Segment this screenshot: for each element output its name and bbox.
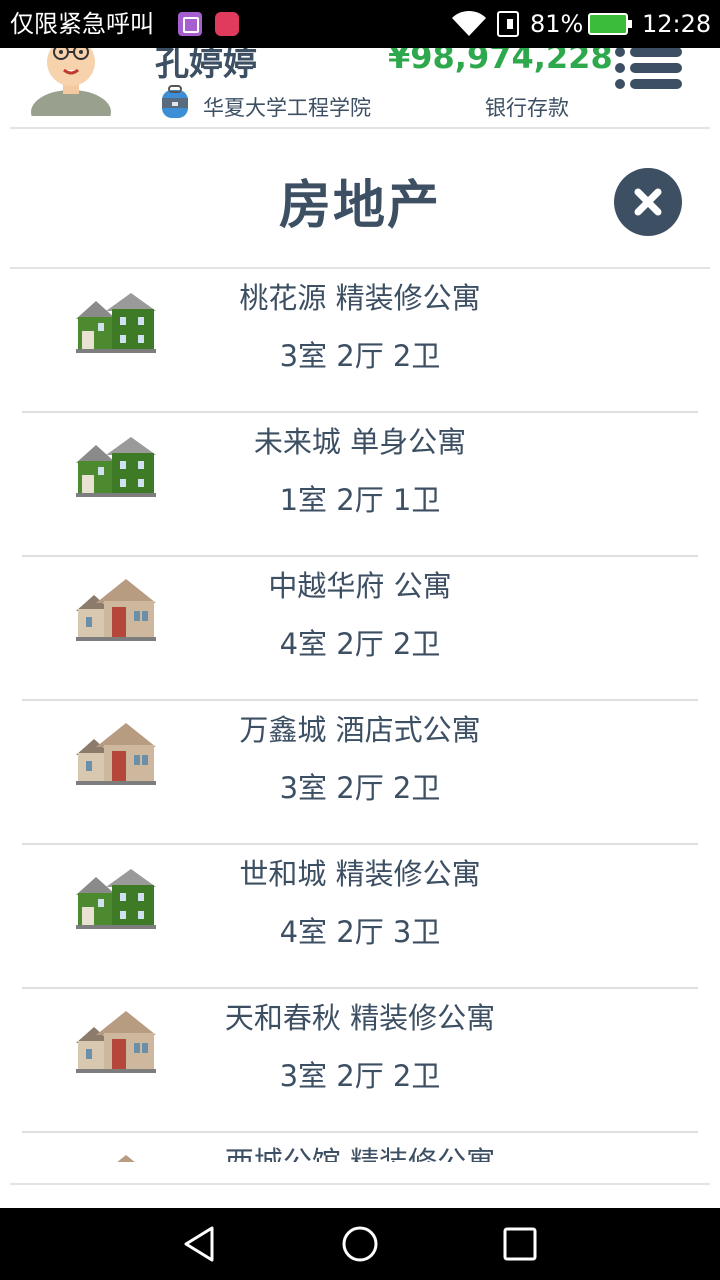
property-name: 西城公馆 精装修公寓 (224, 1145, 496, 1162)
property-list-item[interactable]: 桃花源 精装修公寓 3室 2厅 2卫 (0, 269, 720, 413)
property-list-item[interactable]: 西城公馆 精装修公寓 (0, 1133, 720, 1162)
battery-percent: 81% (530, 10, 584, 38)
wifi-icon (452, 10, 486, 36)
property-name: 桃花源 精装修公寓 (239, 281, 481, 315)
recent-apps-icon[interactable] (498, 1222, 542, 1266)
property-rooms: 4室 2厅 3卫 (279, 915, 441, 949)
message-app-icon (215, 12, 239, 36)
sim-icon (497, 11, 519, 37)
property-rooms: 3室 2厅 2卫 (279, 1059, 441, 1093)
property-rooms: 1室 2厅 1卫 (279, 483, 441, 517)
list-bottom-divider (10, 1183, 710, 1185)
status-bar: 仅限紧急呼叫 81% 12:28 (0, 0, 720, 48)
property-list-item[interactable]: 天和春秋 精装修公寓 3室 2厅 2卫 (0, 989, 720, 1133)
property-list[interactable]: 桃花源 精装修公寓 3室 2厅 2卫 未来城 单身公寓 1室 2厅 1卫 中越华府 公寓… (0, 269, 720, 1162)
property-rooms: 3室 2厅 2卫 (279, 339, 441, 373)
home-icon[interactable] (338, 1222, 382, 1266)
property-list-item[interactable]: 世和城 精装修公寓 4室 2厅 3卫 (0, 845, 720, 989)
back-icon[interactable] (178, 1222, 222, 1266)
property-list-item[interactable]: 未来城 单身公寓 1室 2厅 1卫 (0, 413, 720, 557)
navigation-bar (0, 1208, 720, 1280)
backpack-icon (162, 85, 188, 118)
property-rooms: 3室 2厅 2卫 (279, 771, 441, 805)
property-list-item[interactable]: 万鑫城 酒店式公寓 3室 2厅 2卫 (0, 701, 720, 845)
gallery-app-icon (178, 12, 202, 36)
close-icon (634, 188, 662, 216)
carrier-text: 仅限紧急呼叫 (10, 10, 154, 38)
battery-icon (588, 13, 632, 35)
profile-header: 孔婷婷 ¥98,974,228 华夏大学工程学院 银行存款 (0, 48, 720, 128)
clock: 12:28 (642, 10, 712, 38)
property-name: 世和城 精装修公寓 (239, 857, 481, 891)
header-divider (10, 127, 710, 129)
property-name: 中越华府 公寓 (268, 569, 452, 603)
dialog-title: 房地产 (278, 176, 441, 236)
money-label: 银行存款 (485, 96, 569, 120)
property-list-item[interactable]: 中越华府 公寓 4室 2厅 2卫 (0, 557, 720, 701)
property-name: 未来城 单身公寓 (253, 425, 467, 459)
property-rooms: 4室 2厅 2卫 (279, 627, 441, 661)
menu-icon[interactable] (612, 48, 684, 92)
avatar[interactable] (28, 48, 114, 116)
close-button[interactable] (614, 168, 682, 236)
property-name: 万鑫城 酒店式公寓 (239, 713, 481, 747)
money-amount: ¥98,974,228 (388, 48, 613, 76)
school-name: 华夏大学工程学院 (203, 96, 371, 120)
player-name: 孔婷婷 (155, 48, 257, 84)
property-name: 天和春秋 精装修公寓 (224, 1001, 496, 1035)
